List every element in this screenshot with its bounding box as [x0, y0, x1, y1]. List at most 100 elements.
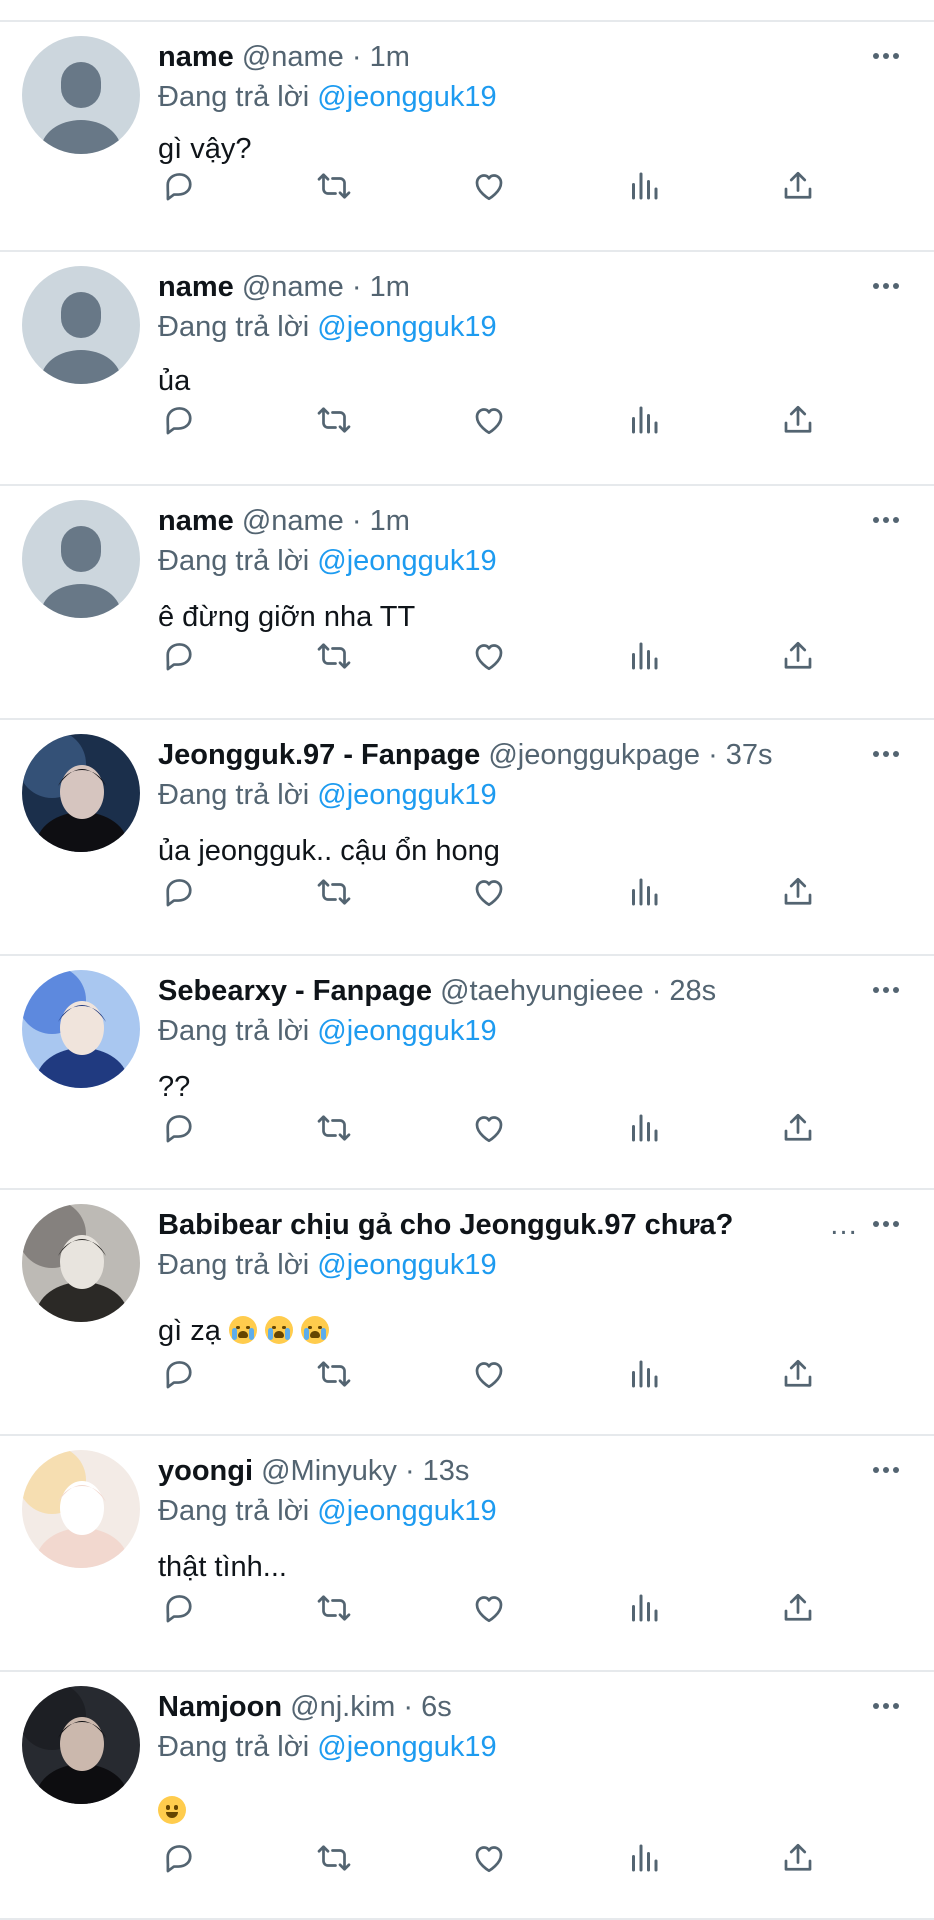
heart-icon — [471, 402, 507, 438]
mention-link[interactable]: @jeongguk19 — [317, 311, 496, 343]
reply-button[interactable] — [155, 868, 203, 916]
tweet-reply[interactable]: yoongi @Minyuky · 13s Đang trả lời @jeong… — [0, 1436, 934, 1672]
display-name[interactable]: name — [158, 505, 234, 537]
replying-to: Đang trả lời @jeongguk19 — [158, 1490, 497, 1532]
views-button[interactable] — [620, 1584, 668, 1632]
mention-link[interactable]: @jeongguk19 — [317, 545, 496, 577]
avatar[interactable] — [22, 1450, 140, 1568]
reply-button[interactable] — [155, 632, 203, 680]
action-bar — [0, 1834, 934, 1882]
reply-button[interactable] — [155, 396, 203, 444]
tweet-reply[interactable]: name @name · 1m Đang trả lời @jeongguk19 ê… — [0, 486, 934, 720]
more-options-button[interactable] — [866, 266, 906, 306]
display-name[interactable]: Jeongguk.97 - Fanpage — [158, 739, 480, 771]
tweet-reply[interactable]: Babibear chịu gả cho Jeongguk.97 chưa? … Đ… — [0, 1190, 934, 1436]
display-name[interactable]: yoongi — [158, 1455, 253, 1487]
like-button[interactable] — [465, 1104, 513, 1152]
loudly-crying-face-emoji — [228, 1316, 257, 1344]
more-options-button[interactable] — [866, 500, 906, 540]
replying-to: Đang trả lời @jeongguk19 — [158, 1726, 497, 1768]
share-button[interactable] — [774, 1584, 822, 1632]
retweet-button[interactable] — [310, 1584, 358, 1632]
retweet-button[interactable] — [310, 1104, 358, 1152]
share-button[interactable] — [774, 632, 822, 680]
views-button[interactable] — [620, 1350, 668, 1398]
heart-icon — [471, 638, 507, 674]
mention-link[interactable]: @jeongguk19 — [317, 1015, 496, 1047]
views-button[interactable] — [620, 1104, 668, 1152]
display-name[interactable]: name — [158, 41, 234, 73]
avatar[interactable] — [22, 1686, 140, 1804]
share-icon — [780, 1356, 816, 1392]
tweet-reply[interactable]: name @name · 1m Đang trả lời @jeongguk19 g… — [0, 22, 934, 252]
display-name[interactable]: Namjoon — [158, 1691, 282, 1723]
reply-button[interactable] — [155, 1350, 203, 1398]
more-options-button[interactable] — [866, 734, 906, 774]
retweet-button[interactable] — [310, 632, 358, 680]
more-options-button[interactable] — [866, 1686, 906, 1726]
mention-link[interactable]: @jeongguk19 — [317, 1495, 496, 1527]
mention-link[interactable]: @jeongguk19 — [317, 779, 496, 811]
share-button[interactable] — [774, 868, 822, 916]
views-button[interactable] — [620, 1834, 668, 1882]
like-button[interactable] — [465, 868, 513, 916]
avatar[interactable] — [22, 266, 140, 384]
more-options-button[interactable] — [866, 1204, 906, 1244]
share-icon — [780, 638, 816, 674]
display-name[interactable]: Sebearxy - Fanpage — [158, 975, 432, 1007]
share-button[interactable] — [774, 1834, 822, 1882]
avatar[interactable] — [22, 734, 140, 852]
like-button[interactable] — [465, 396, 513, 444]
tweet-reply[interactable]: Sebearxy - Fanpage @taehyungieee · 28s Đa… — [0, 956, 934, 1190]
display-name[interactable]: name — [158, 271, 234, 303]
handle-and-time: @name · 1m — [241, 271, 410, 303]
avatar[interactable] — [22, 36, 140, 154]
tweet-content: gì zạ — [158, 1310, 337, 1352]
like-button[interactable] — [465, 1834, 513, 1882]
like-button[interactable] — [465, 162, 513, 210]
mention-link[interactable]: @jeongguk19 — [317, 1731, 496, 1763]
like-button[interactable] — [465, 1584, 513, 1632]
tweet-header: name @name · 1m — [158, 500, 894, 542]
like-button[interactable] — [465, 1350, 513, 1398]
tweet-reply[interactable]: Namjoon @nj.kim · 6s Đang trả lời @jeongg… — [0, 1672, 934, 1920]
share-button[interactable] — [774, 1104, 822, 1152]
views-button[interactable] — [620, 868, 668, 916]
retweet-button[interactable] — [310, 1350, 358, 1398]
display-name[interactable]: Babibear chịu gả cho Jeongguk.97 chưa? — [158, 1209, 733, 1241]
more-options-button[interactable] — [866, 1450, 906, 1490]
share-button[interactable] — [774, 1350, 822, 1398]
retweet-button[interactable] — [310, 162, 358, 210]
reply-button[interactable] — [155, 162, 203, 210]
views-button[interactable] — [620, 396, 668, 444]
more-options-button[interactable] — [866, 36, 906, 76]
mention-link[interactable]: @jeongguk19 — [317, 1249, 496, 1281]
heart-icon — [471, 1110, 507, 1146]
reply-button[interactable] — [155, 1584, 203, 1632]
share-button[interactable] — [774, 162, 822, 210]
loudly-crying-face-emoji — [300, 1316, 329, 1344]
tweet-text: ê đừng giỡn nha TT — [158, 601, 416, 633]
tweet-header: Jeongguk.97 - Fanpage @jeonggukpage · 37… — [158, 734, 894, 776]
reply-button[interactable] — [155, 1104, 203, 1152]
avatar[interactable] — [22, 500, 140, 618]
share-button[interactable] — [774, 396, 822, 444]
avatar[interactable] — [22, 970, 140, 1088]
bar-chart-icon — [626, 1590, 662, 1626]
retweet-button[interactable] — [310, 868, 358, 916]
retweet-button[interactable] — [310, 396, 358, 444]
avatar[interactable] — [22, 1204, 140, 1322]
tweet-reply[interactable]: Jeongguk.97 - Fanpage @jeonggukpage · 37… — [0, 720, 934, 956]
replying-label: Đang trả lời — [158, 1731, 310, 1763]
views-button[interactable] — [620, 632, 668, 680]
like-button[interactable] — [465, 632, 513, 680]
tweet-text: ủa — [158, 365, 191, 397]
mention-link[interactable]: @jeongguk19 — [317, 81, 496, 113]
more-options-button[interactable] — [866, 970, 906, 1010]
views-button[interactable] — [620, 162, 668, 210]
replying-label: Đang trả lời — [158, 1249, 310, 1281]
reply-button[interactable] — [155, 1834, 203, 1882]
replying-label: Đang trả lời — [158, 779, 310, 811]
tweet-reply[interactable]: name @name · 1m Đang trả lời @jeongguk19 ủ… — [0, 252, 934, 486]
retweet-button[interactable] — [310, 1834, 358, 1882]
